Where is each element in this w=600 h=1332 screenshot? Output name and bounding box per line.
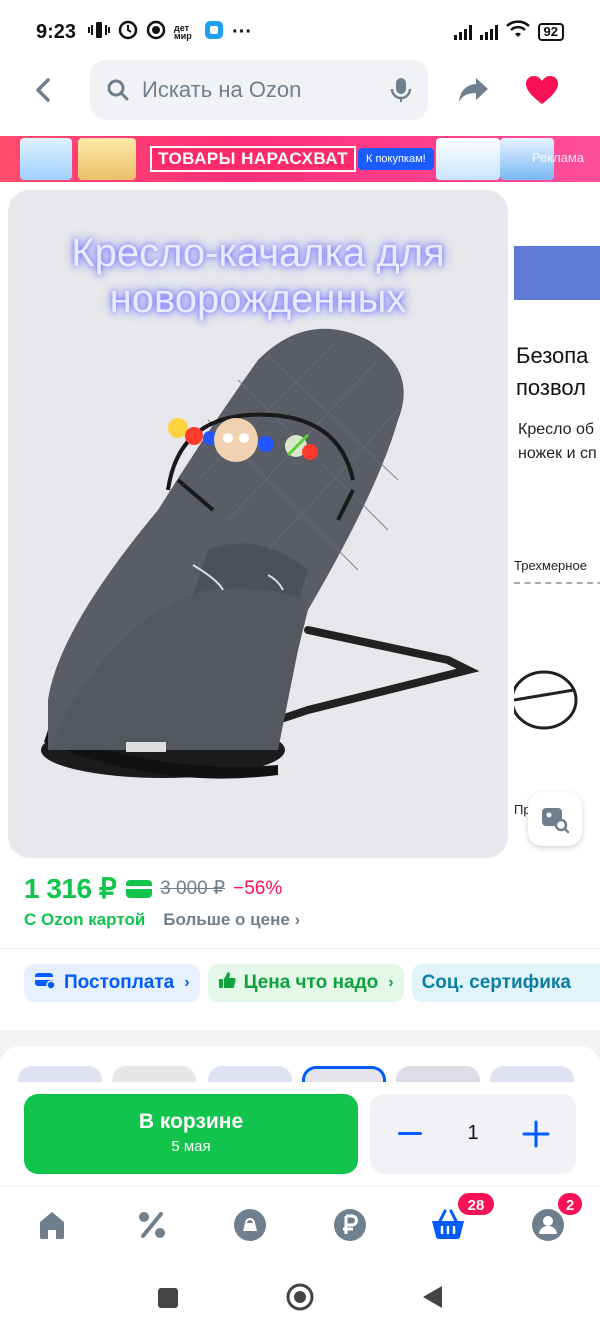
chip-good-price-label: Цена что надо: [243, 972, 379, 993]
percent-icon: [139, 1212, 165, 1238]
catalog-bag-icon: [234, 1209, 266, 1241]
find-similar-button[interactable]: [528, 792, 582, 846]
price-more-label: Больше о цене: [163, 910, 290, 929]
product-image-main[interactable]: Кресло-качалка для новорожденных: [8, 190, 508, 858]
baby-bouncer-illustration: [41, 328, 480, 779]
product-gallery[interactable]: Кресло-качалка для новорожденных Безопа …: [0, 186, 600, 858]
card-icon: [34, 971, 56, 995]
app-square-icon: [204, 20, 224, 45]
divider: [0, 948, 600, 949]
status-bar: 9:23 дет мир ··· 92: [0, 0, 600, 64]
back-button[interactable]: [28, 74, 60, 106]
image-caption: Трехмерное: [514, 558, 587, 573]
banner-product-water: [20, 138, 72, 180]
status-time: 9:23: [36, 20, 77, 43]
nav-discounts[interactable]: [132, 1205, 172, 1245]
delivery-date: 5 мая: [171, 1138, 211, 1155]
signal-1-icon: [453, 24, 472, 40]
price-old: 3 000 ₽: [160, 878, 226, 899]
vibrate-icon: [88, 21, 111, 44]
in-cart-button[interactable]: В корзине 5 мая: [24, 1094, 358, 1174]
nav-home[interactable]: [32, 1205, 72, 1245]
bottom-navigation: 28 2: [0, 1186, 600, 1266]
cart-count-badge: 28: [456, 1191, 496, 1217]
recents-icon[interactable]: [156, 1286, 180, 1310]
home-circle-icon[interactable]: [285, 1282, 315, 1312]
battery-indicator: 92: [537, 23, 564, 41]
signal-2-icon: [479, 24, 498, 40]
price-current: 1 316 ₽: [24, 873, 117, 904]
chip-postpay-label: Постоплата: [64, 972, 175, 993]
chevron-right-icon: ›: [294, 910, 301, 929]
product-image-next[interactable]: Безопа позвол Кресло об ножек и сп Трехм…: [514, 190, 600, 858]
discount-badge: −56%: [233, 877, 283, 899]
image-text: Кресло об ножек и сп: [518, 421, 597, 462]
chip-social-certificate-label: Соц. сертифика: [421, 972, 571, 993]
home-icon: [40, 1212, 64, 1239]
search-header: Искать на Ozon: [0, 58, 600, 122]
search-placeholder: Искать на Ozon: [142, 77, 302, 102]
search-input[interactable]: Искать на Ozon: [90, 60, 428, 120]
banner-product-huggies: [78, 138, 136, 180]
chip-postpay[interactable]: Постоплата ›: [24, 964, 200, 1002]
share-arrow-icon: [459, 78, 488, 102]
banner-title: ТОВАРЫ НАРАСХВАТ: [150, 146, 357, 172]
search-icon: [107, 79, 129, 101]
alarm-icon: [118, 20, 138, 45]
image-stripe: [514, 246, 600, 300]
quantity-stepper: 1: [370, 1094, 576, 1174]
price-row: 1 316 ₽ 3 000 ₽ −56%: [24, 872, 282, 905]
increase-button[interactable]: [522, 1120, 550, 1148]
thumbs-up-icon: [218, 971, 236, 995]
heart-icon: [526, 76, 558, 104]
target-icon: [146, 20, 166, 45]
decrease-button[interactable]: [398, 1132, 422, 1135]
more-dots-icon: ···: [232, 20, 253, 43]
ruble-icon: [334, 1209, 366, 1241]
banner-product-box: [436, 138, 500, 180]
system-navigation: [0, 1266, 600, 1332]
nav-ozon-bank[interactable]: [330, 1205, 370, 1245]
feature-chips: Постоплата › Цена что надо › Соц. сертиф…: [24, 964, 600, 1002]
ozon-card-text: С Ozon картой: [24, 910, 146, 929]
price-more-link[interactable]: Больше о цене ›: [163, 910, 300, 930]
chip-good-price[interactable]: Цена что надо ›: [207, 964, 404, 1002]
chip-social-certificate[interactable]: Соц. сертифика: [411, 964, 600, 1002]
profile-badge: 2: [556, 1191, 584, 1217]
banner-cta: К покупкам!: [358, 148, 434, 170]
wifi-icon: [505, 20, 530, 44]
microphone-icon[interactable]: [390, 77, 412, 103]
share-button[interactable]: [456, 74, 492, 106]
cart-bar: В корзине 5 мая 1: [0, 1082, 600, 1186]
price-subline: С Ozon картой Больше о цене ›: [24, 910, 300, 930]
ozon-card-icon: [126, 879, 153, 898]
favorite-button[interactable]: [524, 74, 560, 106]
variant-thumbnails[interactable]: [0, 1046, 600, 1086]
screen: 9:23 дет мир ··· 92 Искать на Ozon ТОВАР…: [0, 0, 600, 1332]
in-cart-label: В корзине: [138, 1110, 244, 1133]
ad-label: Реклама: [531, 150, 584, 165]
image-search-icon: [542, 808, 570, 834]
chevron-right-icon: ›: [184, 974, 190, 991]
image-heading: Безопа позвол: [516, 343, 589, 400]
nav-catalog[interactable]: [230, 1205, 270, 1245]
image-dashed-line: [514, 582, 600, 584]
detmir-app-icon: дет мир: [174, 23, 192, 41]
quantity-value: 1: [467, 1122, 479, 1144]
frame-drawing: [514, 670, 578, 730]
chevron-left-icon: [36, 78, 50, 102]
back-triangle-icon[interactable]: [420, 1284, 444, 1310]
chevron-right-icon: ›: [388, 974, 394, 991]
ad-banner[interactable]: ТОВАРЫ НАРАСХВАТ К покупкам! Реклама: [0, 136, 600, 182]
